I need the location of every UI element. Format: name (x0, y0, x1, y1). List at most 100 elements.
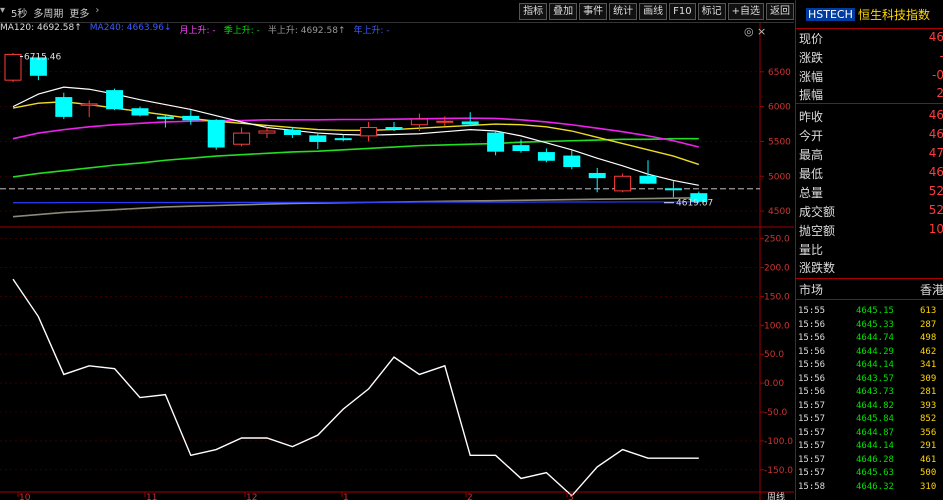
ma-blue-line (13, 201, 699, 204)
quote-row: 最低 46 (796, 163, 943, 182)
quote-value: - (940, 49, 943, 63)
quote-value: 46 (928, 108, 943, 122)
tick-time: 15:57 (798, 468, 826, 478)
tick-price: 4644.14 (856, 360, 894, 370)
quote-value: 2 (936, 86, 943, 100)
y-tick-label: 50.0 (764, 350, 784, 360)
y-tick-label: 6000 (768, 103, 791, 113)
quote-value: 47 (928, 146, 943, 160)
candle-body (385, 127, 403, 130)
tick-price: 4644.29 (856, 346, 894, 357)
tick-price: 4646.32 (856, 481, 894, 492)
more-button[interactable]: 更多 (69, 5, 89, 20)
quote-row: 成交额 52 (796, 201, 943, 220)
market-row: 市场 香港 (796, 278, 943, 300)
multi-period-button[interactable]: 多周期 (33, 5, 63, 20)
tick-price: 4643.73 (856, 387, 894, 397)
toolbar-button-2[interactable]: 事件 (579, 3, 608, 20)
toolbar-button-3[interactable]: 统计 (609, 3, 638, 20)
tick-volume: 500 (920, 468, 937, 478)
quote-label: 涨跌数 (799, 261, 836, 275)
quote-panel: HSTECH 恒生科技指数 现价 46 涨跌 - 涨幅 -0 振幅 2 昨收 46 今开 46 最高 47… (795, 0, 943, 500)
y-tick-label: 100.0 (764, 321, 790, 331)
tick-volume: 613 (920, 306, 937, 316)
tick-price: 4646.28 (856, 454, 894, 465)
tick-row: 15:56 4643.73 281 (796, 387, 943, 401)
candle-body (461, 121, 479, 125)
tick-volume: 462 (920, 346, 937, 357)
quote-row: 总量 52 (796, 182, 943, 201)
toolbar-button-4[interactable]: 画线 (639, 3, 668, 20)
tick-volume: 461 (920, 454, 937, 465)
y-tick-label: 5500 (768, 137, 791, 147)
tick-time: 15:56 (798, 333, 826, 343)
tick-row: 15:57 4646.28 461 (796, 455, 943, 469)
y-tick-label: 150.0 (764, 292, 790, 302)
chevron-down-icon[interactable]: ▾ (0, 5, 5, 20)
candle-body (283, 129, 301, 135)
tick-volume: 498 (920, 333, 937, 343)
close-icon[interactable]: × (757, 25, 766, 38)
candle-body (258, 130, 276, 134)
candle-body (537, 152, 555, 161)
toolbar-button-6[interactable]: 标记 (697, 3, 726, 20)
tick-row: 15:58 4646.32 310 (796, 482, 943, 496)
tick-time: 15:57 (798, 427, 826, 438)
quote-label: 总量 (799, 186, 824, 200)
toolbar-button-7[interactable]: +自选 (727, 3, 764, 20)
y-tick-label: 200.0 (764, 264, 790, 274)
quote-row: 今开 46 (796, 125, 943, 144)
tick-volume: 281 (920, 387, 937, 397)
candle-body (436, 120, 454, 123)
tick-volume: 393 (920, 400, 937, 411)
candle-body (410, 118, 428, 126)
tick-price: 4645.33 (856, 319, 894, 330)
quote-title: HSTECH 恒生科技指数 (796, 0, 943, 29)
quote-value: 46 (928, 165, 943, 179)
y-tick-label: 250.0 (764, 235, 790, 245)
candle-body (106, 90, 124, 110)
tick-row: 15:56 4645.33 287 (796, 320, 943, 334)
toolbar-button-1[interactable]: 叠加 (549, 3, 578, 20)
quote-label: 量比 (799, 243, 824, 257)
x-tick-label: 11 (146, 493, 157, 500)
toolbar-button-5[interactable]: F10 (669, 3, 696, 20)
tick-price: 4644.87 (856, 427, 894, 438)
tick-row: 15:57 4644.87 356 (796, 428, 943, 442)
price-chart[interactable]: 65006000550050004500250.0200.0150.0100.0… (0, 23, 794, 500)
tick-row: 15:57 4645.84 852 (796, 414, 943, 428)
quote-label: 涨幅 (799, 70, 824, 84)
quote-row: 现价 46 (796, 28, 943, 47)
tick-row: 15:56 4644.29 462 (796, 347, 943, 361)
x-tick-label: 3 (568, 493, 574, 500)
toolbar-button-0[interactable]: 指标 (519, 3, 548, 20)
quote-label: 成交额 (799, 205, 836, 219)
candle-body (156, 116, 174, 119)
more-dropdown-icon[interactable]: › (95, 5, 99, 20)
quote-row: 涨幅 -0 (796, 66, 943, 85)
quote-value: 10 (928, 222, 943, 236)
tick-time: 15:57 (798, 414, 826, 424)
candle-body (4, 53, 22, 81)
high-marker: 6715.46 (24, 52, 61, 62)
ma-gray-line (12, 197, 699, 218)
index-code: HSTECH (806, 8, 855, 21)
period-selector[interactable]: 5秒 (11, 5, 27, 20)
settings-icon[interactable]: ◎ (744, 25, 754, 38)
toolbar-button-8[interactable]: 返回 (766, 3, 794, 20)
index-name: 恒生科技指数 (858, 8, 931, 22)
tick-volume: 310 (920, 481, 937, 492)
tick-time: 15:58 (798, 481, 826, 492)
y-tick-label: 4500 (768, 207, 791, 217)
candle-body (512, 145, 530, 151)
tick-row: 15:56 4644.14 341 (796, 360, 943, 374)
tick-volume: 309 (920, 373, 937, 384)
market-label: 市场 (799, 283, 824, 297)
tick-time: 15:56 (798, 360, 826, 370)
quote-row: 最高 47 (796, 144, 943, 163)
quote-label: 最低 (799, 167, 824, 181)
candle-body (639, 175, 657, 184)
tick-price: 4645.15 (856, 306, 894, 316)
x-tick-label: 2 (467, 493, 473, 500)
quote-row: 涨跌数 (796, 257, 943, 276)
